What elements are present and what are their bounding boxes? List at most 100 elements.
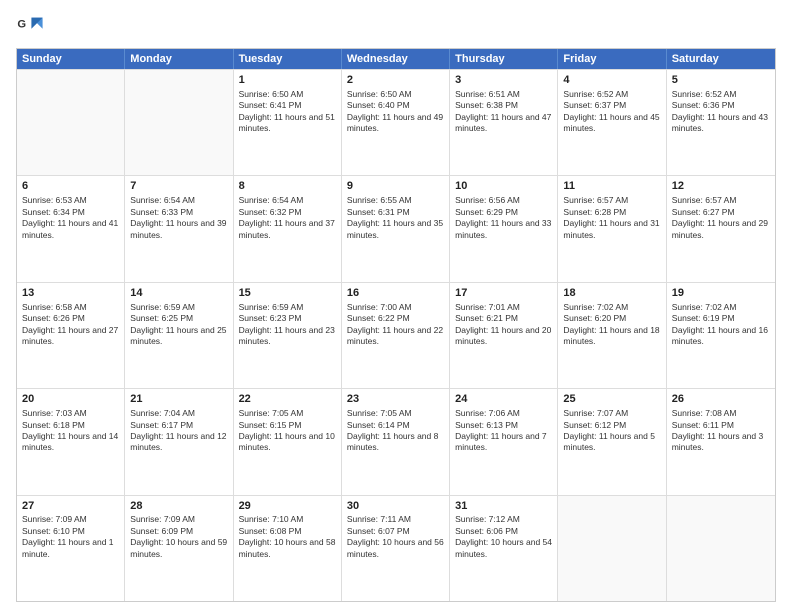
day-info: Sunrise: 6:58 AM Sunset: 6:26 PM Dayligh…: [22, 302, 119, 348]
day-number: 30: [347, 499, 444, 514]
day-info: Sunrise: 7:07 AM Sunset: 6:12 PM Dayligh…: [563, 408, 660, 454]
day-cell-13: 13Sunrise: 6:58 AM Sunset: 6:26 PM Dayli…: [17, 283, 125, 388]
day-info: Sunrise: 6:50 AM Sunset: 6:41 PM Dayligh…: [239, 89, 336, 135]
calendar-header: SundayMondayTuesdayWednesdayThursdayFrid…: [17, 49, 775, 69]
day-number: 15: [239, 286, 336, 301]
day-number: 24: [455, 392, 552, 407]
day-cell-22: 22Sunrise: 7:05 AM Sunset: 6:15 PM Dayli…: [234, 389, 342, 494]
day-number: 7: [130, 179, 227, 194]
empty-cell: [125, 70, 233, 175]
day-info: Sunrise: 6:55 AM Sunset: 6:31 PM Dayligh…: [347, 195, 444, 241]
empty-cell: [17, 70, 125, 175]
day-cell-30: 30Sunrise: 7:11 AM Sunset: 6:07 PM Dayli…: [342, 496, 450, 601]
day-cell-7: 7Sunrise: 6:54 AM Sunset: 6:33 PM Daylig…: [125, 176, 233, 281]
day-number: 25: [563, 392, 660, 407]
day-cell-4: 4Sunrise: 6:52 AM Sunset: 6:37 PM Daylig…: [558, 70, 666, 175]
header-cell-tuesday: Tuesday: [234, 49, 342, 69]
day-cell-19: 19Sunrise: 7:02 AM Sunset: 6:19 PM Dayli…: [667, 283, 775, 388]
day-info: Sunrise: 7:06 AM Sunset: 6:13 PM Dayligh…: [455, 408, 552, 454]
day-cell-8: 8Sunrise: 6:54 AM Sunset: 6:32 PM Daylig…: [234, 176, 342, 281]
day-info: Sunrise: 7:00 AM Sunset: 6:22 PM Dayligh…: [347, 302, 444, 348]
header-cell-wednesday: Wednesday: [342, 49, 450, 69]
day-info: Sunrise: 7:11 AM Sunset: 6:07 PM Dayligh…: [347, 514, 444, 560]
day-info: Sunrise: 7:12 AM Sunset: 6:06 PM Dayligh…: [455, 514, 552, 560]
day-cell-26: 26Sunrise: 7:08 AM Sunset: 6:11 PM Dayli…: [667, 389, 775, 494]
day-info: Sunrise: 6:52 AM Sunset: 6:36 PM Dayligh…: [672, 89, 770, 135]
day-info: Sunrise: 6:51 AM Sunset: 6:38 PM Dayligh…: [455, 89, 552, 135]
day-number: 8: [239, 179, 336, 194]
day-number: 2: [347, 73, 444, 88]
day-info: Sunrise: 7:02 AM Sunset: 6:19 PM Dayligh…: [672, 302, 770, 348]
day-info: Sunrise: 7:03 AM Sunset: 6:18 PM Dayligh…: [22, 408, 119, 454]
day-info: Sunrise: 7:05 AM Sunset: 6:14 PM Dayligh…: [347, 408, 444, 454]
day-cell-1: 1Sunrise: 6:50 AM Sunset: 6:41 PM Daylig…: [234, 70, 342, 175]
calendar-row-4: 20Sunrise: 7:03 AM Sunset: 6:18 PM Dayli…: [17, 388, 775, 494]
day-info: Sunrise: 6:52 AM Sunset: 6:37 PM Dayligh…: [563, 89, 660, 135]
day-cell-14: 14Sunrise: 6:59 AM Sunset: 6:25 PM Dayli…: [125, 283, 233, 388]
day-cell-10: 10Sunrise: 6:56 AM Sunset: 6:29 PM Dayli…: [450, 176, 558, 281]
day-cell-23: 23Sunrise: 7:05 AM Sunset: 6:14 PM Dayli…: [342, 389, 450, 494]
day-info: Sunrise: 7:10 AM Sunset: 6:08 PM Dayligh…: [239, 514, 336, 560]
day-number: 3: [455, 73, 552, 88]
calendar-body: 1Sunrise: 6:50 AM Sunset: 6:41 PM Daylig…: [17, 69, 775, 601]
day-number: 31: [455, 499, 552, 514]
day-info: Sunrise: 6:59 AM Sunset: 6:23 PM Dayligh…: [239, 302, 336, 348]
day-number: 9: [347, 179, 444, 194]
day-cell-12: 12Sunrise: 6:57 AM Sunset: 6:27 PM Dayli…: [667, 176, 775, 281]
day-info: Sunrise: 6:50 AM Sunset: 6:40 PM Dayligh…: [347, 89, 444, 135]
day-number: 21: [130, 392, 227, 407]
day-number: 12: [672, 179, 770, 194]
day-info: Sunrise: 6:54 AM Sunset: 6:32 PM Dayligh…: [239, 195, 336, 241]
day-info: Sunrise: 6:53 AM Sunset: 6:34 PM Dayligh…: [22, 195, 119, 241]
day-number: 23: [347, 392, 444, 407]
svg-text:G: G: [17, 18, 26, 30]
header-cell-monday: Monday: [125, 49, 233, 69]
day-cell-20: 20Sunrise: 7:03 AM Sunset: 6:18 PM Dayli…: [17, 389, 125, 494]
day-info: Sunrise: 7:05 AM Sunset: 6:15 PM Dayligh…: [239, 408, 336, 454]
day-cell-17: 17Sunrise: 7:01 AM Sunset: 6:21 PM Dayli…: [450, 283, 558, 388]
day-number: 13: [22, 286, 119, 301]
day-cell-16: 16Sunrise: 7:00 AM Sunset: 6:22 PM Dayli…: [342, 283, 450, 388]
day-cell-6: 6Sunrise: 6:53 AM Sunset: 6:34 PM Daylig…: [17, 176, 125, 281]
day-number: 28: [130, 499, 227, 514]
logo: G: [16, 12, 48, 40]
day-cell-3: 3Sunrise: 6:51 AM Sunset: 6:38 PM Daylig…: [450, 70, 558, 175]
day-cell-15: 15Sunrise: 6:59 AM Sunset: 6:23 PM Dayli…: [234, 283, 342, 388]
day-info: Sunrise: 7:04 AM Sunset: 6:17 PM Dayligh…: [130, 408, 227, 454]
day-number: 16: [347, 286, 444, 301]
day-info: Sunrise: 7:01 AM Sunset: 6:21 PM Dayligh…: [455, 302, 552, 348]
calendar-row-1: 1Sunrise: 6:50 AM Sunset: 6:41 PM Daylig…: [17, 69, 775, 175]
calendar-row-3: 13Sunrise: 6:58 AM Sunset: 6:26 PM Dayli…: [17, 282, 775, 388]
day-info: Sunrise: 7:02 AM Sunset: 6:20 PM Dayligh…: [563, 302, 660, 348]
day-cell-28: 28Sunrise: 7:09 AM Sunset: 6:09 PM Dayli…: [125, 496, 233, 601]
day-number: 18: [563, 286, 660, 301]
day-cell-25: 25Sunrise: 7:07 AM Sunset: 6:12 PM Dayli…: [558, 389, 666, 494]
day-number: 6: [22, 179, 119, 194]
header-cell-saturday: Saturday: [667, 49, 775, 69]
day-number: 26: [672, 392, 770, 407]
day-number: 17: [455, 286, 552, 301]
header-cell-thursday: Thursday: [450, 49, 558, 69]
day-cell-21: 21Sunrise: 7:04 AM Sunset: 6:17 PM Dayli…: [125, 389, 233, 494]
day-number: 10: [455, 179, 552, 194]
day-cell-18: 18Sunrise: 7:02 AM Sunset: 6:20 PM Dayli…: [558, 283, 666, 388]
day-cell-27: 27Sunrise: 7:09 AM Sunset: 6:10 PM Dayli…: [17, 496, 125, 601]
day-info: Sunrise: 6:59 AM Sunset: 6:25 PM Dayligh…: [130, 302, 227, 348]
header-cell-friday: Friday: [558, 49, 666, 69]
day-cell-9: 9Sunrise: 6:55 AM Sunset: 6:31 PM Daylig…: [342, 176, 450, 281]
day-number: 4: [563, 73, 660, 88]
day-number: 19: [672, 286, 770, 301]
calendar: SundayMondayTuesdayWednesdayThursdayFrid…: [16, 48, 776, 602]
day-info: Sunrise: 7:09 AM Sunset: 6:10 PM Dayligh…: [22, 514, 119, 560]
header-cell-sunday: Sunday: [17, 49, 125, 69]
day-cell-31: 31Sunrise: 7:12 AM Sunset: 6:06 PM Dayli…: [450, 496, 558, 601]
day-cell-11: 11Sunrise: 6:57 AM Sunset: 6:28 PM Dayli…: [558, 176, 666, 281]
day-cell-29: 29Sunrise: 7:10 AM Sunset: 6:08 PM Dayli…: [234, 496, 342, 601]
day-number: 14: [130, 286, 227, 301]
day-number: 11: [563, 179, 660, 194]
day-info: Sunrise: 6:54 AM Sunset: 6:33 PM Dayligh…: [130, 195, 227, 241]
day-number: 22: [239, 392, 336, 407]
empty-cell: [667, 496, 775, 601]
day-info: Sunrise: 6:57 AM Sunset: 6:27 PM Dayligh…: [672, 195, 770, 241]
day-info: Sunrise: 6:57 AM Sunset: 6:28 PM Dayligh…: [563, 195, 660, 241]
